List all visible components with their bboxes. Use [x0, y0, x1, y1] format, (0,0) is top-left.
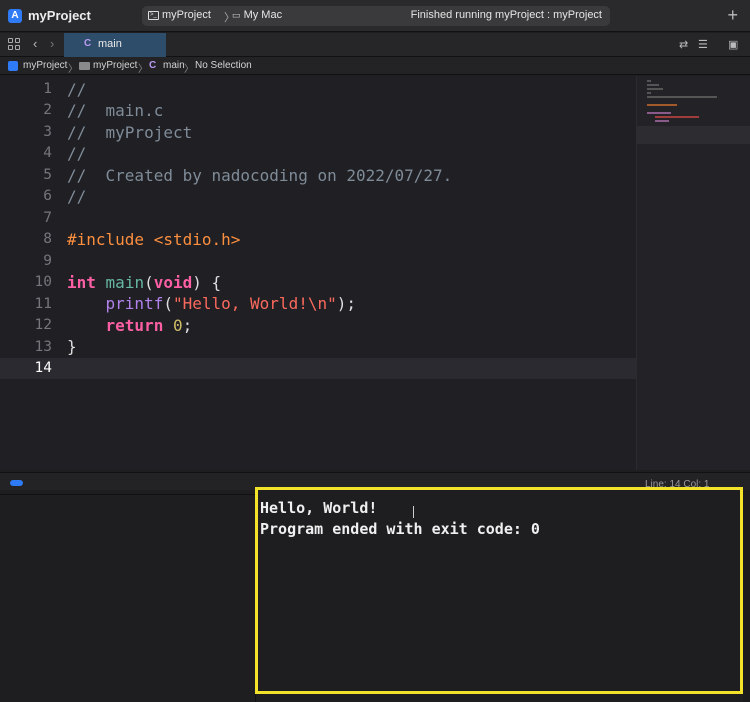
number-literal: 0 [172, 316, 183, 335]
line-number: 4 [43, 145, 52, 161]
line-number: 9 [43, 253, 52, 269]
c-file-icon: C [84, 38, 92, 49]
minimap[interactable] [636, 76, 750, 470]
string-literal: "Hello, World!\n" [172, 294, 337, 313]
minimap-line [647, 92, 651, 94]
paren: ( [163, 294, 173, 313]
breadcrumb-separator: 〉 [68, 64, 78, 75]
annotation-highlight-box [255, 487, 743, 694]
terminal-icon: >_ [148, 11, 159, 20]
paren-semicolon: ); [336, 294, 356, 313]
minimap-line [647, 80, 651, 82]
line-number: 2 [43, 102, 52, 118]
minimap-visible-region [637, 126, 750, 144]
breadcrumb-separator: 〉 [184, 64, 194, 75]
scheme-device-label: My Mac [243, 9, 283, 21]
line-number-current: 14 [34, 360, 52, 376]
code-line-4: // [67, 144, 87, 163]
code-line-8: #include <stdio.h> [67, 230, 241, 249]
folder-icon [79, 62, 90, 70]
line-number: 6 [43, 188, 52, 204]
forward-button[interactable]: › [50, 36, 54, 51]
title-bar: A myProject >_ myProject 〉 ▭ My Mac Fini… [0, 0, 750, 32]
code-line-2: // main.c [67, 101, 164, 120]
minimap-line [647, 88, 663, 90]
code-line-1: // [67, 80, 87, 99]
minimap-line [647, 112, 671, 114]
line-number: 5 [43, 167, 52, 183]
code-line-6: // [67, 187, 87, 206]
scheme-device[interactable]: ▭ My Mac [232, 9, 282, 21]
paren: ( [144, 273, 154, 292]
code-line-11: printf("Hello, World!\n"); [67, 294, 356, 313]
code-line-5: // Created by nadocoding on 2022/07/27. [67, 166, 453, 185]
line-number: 13 [34, 339, 52, 355]
source-editor[interactable]: 1 2 3 4 5 6 7 8 9 10 11 12 13 14 // // m… [0, 76, 636, 470]
line-number: 7 [43, 210, 52, 226]
debug-area-toggle-icon[interactable] [10, 480, 23, 486]
paren-brace: ) { [192, 273, 222, 292]
breadcrumb-selection[interactable]: No Selection [195, 60, 252, 71]
variables-view[interactable] [0, 494, 256, 702]
project-icon [8, 61, 18, 71]
code-line-3: // myProject [67, 123, 193, 142]
mac-icon: ▭ [232, 10, 241, 20]
function-name: main [105, 273, 145, 292]
inspector-toggle-icon[interactable]: ▣ [728, 38, 738, 51]
back-button[interactable]: ‹ [33, 36, 37, 51]
scheme-target[interactable]: myProject [162, 9, 211, 21]
xcode-app-icon[interactable]: A [8, 9, 22, 23]
add-tab-button[interactable]: + [727, 6, 738, 24]
keyword-int: int [67, 273, 96, 292]
breadcrumb-project[interactable]: myProject [23, 60, 67, 71]
breadcrumb: myProject 〉 myProject 〉 C main 〉 No Sele… [0, 57, 750, 75]
line-number: 10 [34, 274, 52, 290]
tab-bar: ‹ › C main ⇄ ☰ ▣ [0, 33, 750, 57]
keyword-void: void [153, 273, 193, 292]
current-line-highlight [0, 358, 636, 379]
tab-main[interactable]: C main [64, 33, 166, 57]
code-line-10: int main(void) { [67, 273, 221, 292]
minimap-line [655, 120, 669, 122]
build-status: Finished running myProject : myProject [410, 9, 602, 21]
c-file-icon: C [149, 60, 157, 71]
line-number: 1 [43, 81, 52, 97]
project-title: myProject [28, 8, 91, 23]
breadcrumb-separator: 〉 [138, 64, 148, 75]
editor-options-icon[interactable]: ☰ [698, 38, 708, 51]
line-number: 12 [34, 317, 52, 333]
code-line-12: return 0; [67, 316, 193, 335]
minimap-line [647, 84, 659, 86]
tab-label: main [98, 38, 122, 50]
line-number: 8 [43, 231, 52, 247]
minimap-line [655, 116, 699, 118]
line-number: 3 [43, 124, 52, 140]
minimap-line [647, 104, 677, 106]
semicolon: ; [182, 316, 193, 335]
code-line-13: } [67, 337, 77, 356]
line-number: 11 [34, 296, 52, 312]
breadcrumb-file[interactable]: main [163, 60, 185, 71]
console-edge [743, 490, 750, 702]
breadcrumb-folder[interactable]: myProject [93, 60, 137, 71]
related-items-grid-icon[interactable] [8, 38, 20, 50]
scheme-activity-view[interactable]: >_ myProject 〉 ▭ My Mac Finished running… [142, 6, 610, 26]
minimap-line [647, 96, 717, 98]
function-call: printf [105, 294, 164, 313]
refresh-icon[interactable]: ⇄ [679, 38, 688, 51]
keyword-return: return [105, 316, 164, 335]
